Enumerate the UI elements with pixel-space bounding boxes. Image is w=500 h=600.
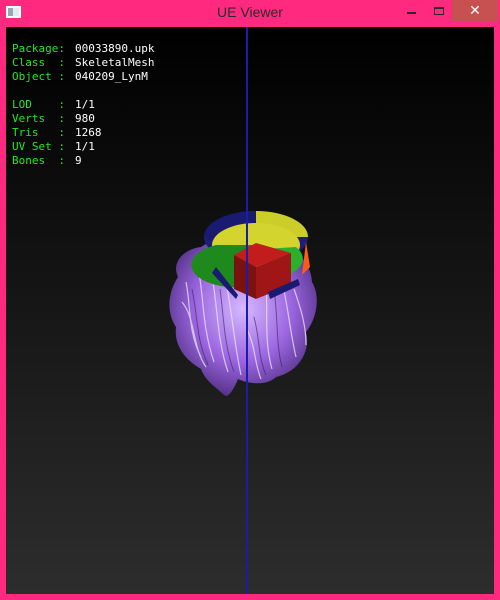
app-window: UE Viewer ✕ Package: 00033890.upk Class … [0,0,500,600]
info-value: 9 [75,154,82,167]
info-value: SkeletalMesh [75,56,155,69]
info-bones: Bones : 9 [12,154,154,168]
maximize-button[interactable] [425,0,452,21]
mesh-info-overlay: Package: 00033890.upk Class : SkeletalMe… [12,42,154,168]
info-value: 040209_LynM [75,70,148,83]
title-bar[interactable]: UE Viewer ✕ [0,0,500,26]
info-package: Package: 00033890.upk [12,42,154,56]
maximize-icon [433,6,444,15]
info-label: UV Set : [12,140,65,153]
info-object: Object : 040209_LynM [12,70,154,84]
minimize-button[interactable] [398,0,425,21]
info-uvset: UV Set : 1/1 [12,140,154,154]
info-label: Tris : [12,126,65,139]
info-value: 1/1 [75,140,95,153]
close-icon: ✕ [469,2,481,19]
info-value: 980 [75,112,95,125]
info-value: 00033890.upk [75,42,155,55]
info-tris: Tris : 1268 [12,126,154,140]
info-class: Class : SkeletalMesh [12,56,154,70]
info-label: Verts : [12,112,65,125]
info-label: Package: [12,42,65,55]
info-label: Object : [12,70,65,83]
info-label: Bones : [12,154,65,167]
minimize-icon [407,11,416,14]
info-label: LOD : [12,98,65,111]
info-verts: Verts : 980 [12,112,154,126]
info-value: 1/1 [75,98,95,111]
close-button[interactable]: ✕ [452,0,498,21]
info-lod: LOD : 1/1 [12,98,154,112]
vertical-axis-line [246,27,248,594]
3d-viewport[interactable]: Package: 00033890.upk Class : SkeletalMe… [6,27,494,594]
info-value: 1268 [75,126,102,139]
info-label: Class : [12,56,65,69]
